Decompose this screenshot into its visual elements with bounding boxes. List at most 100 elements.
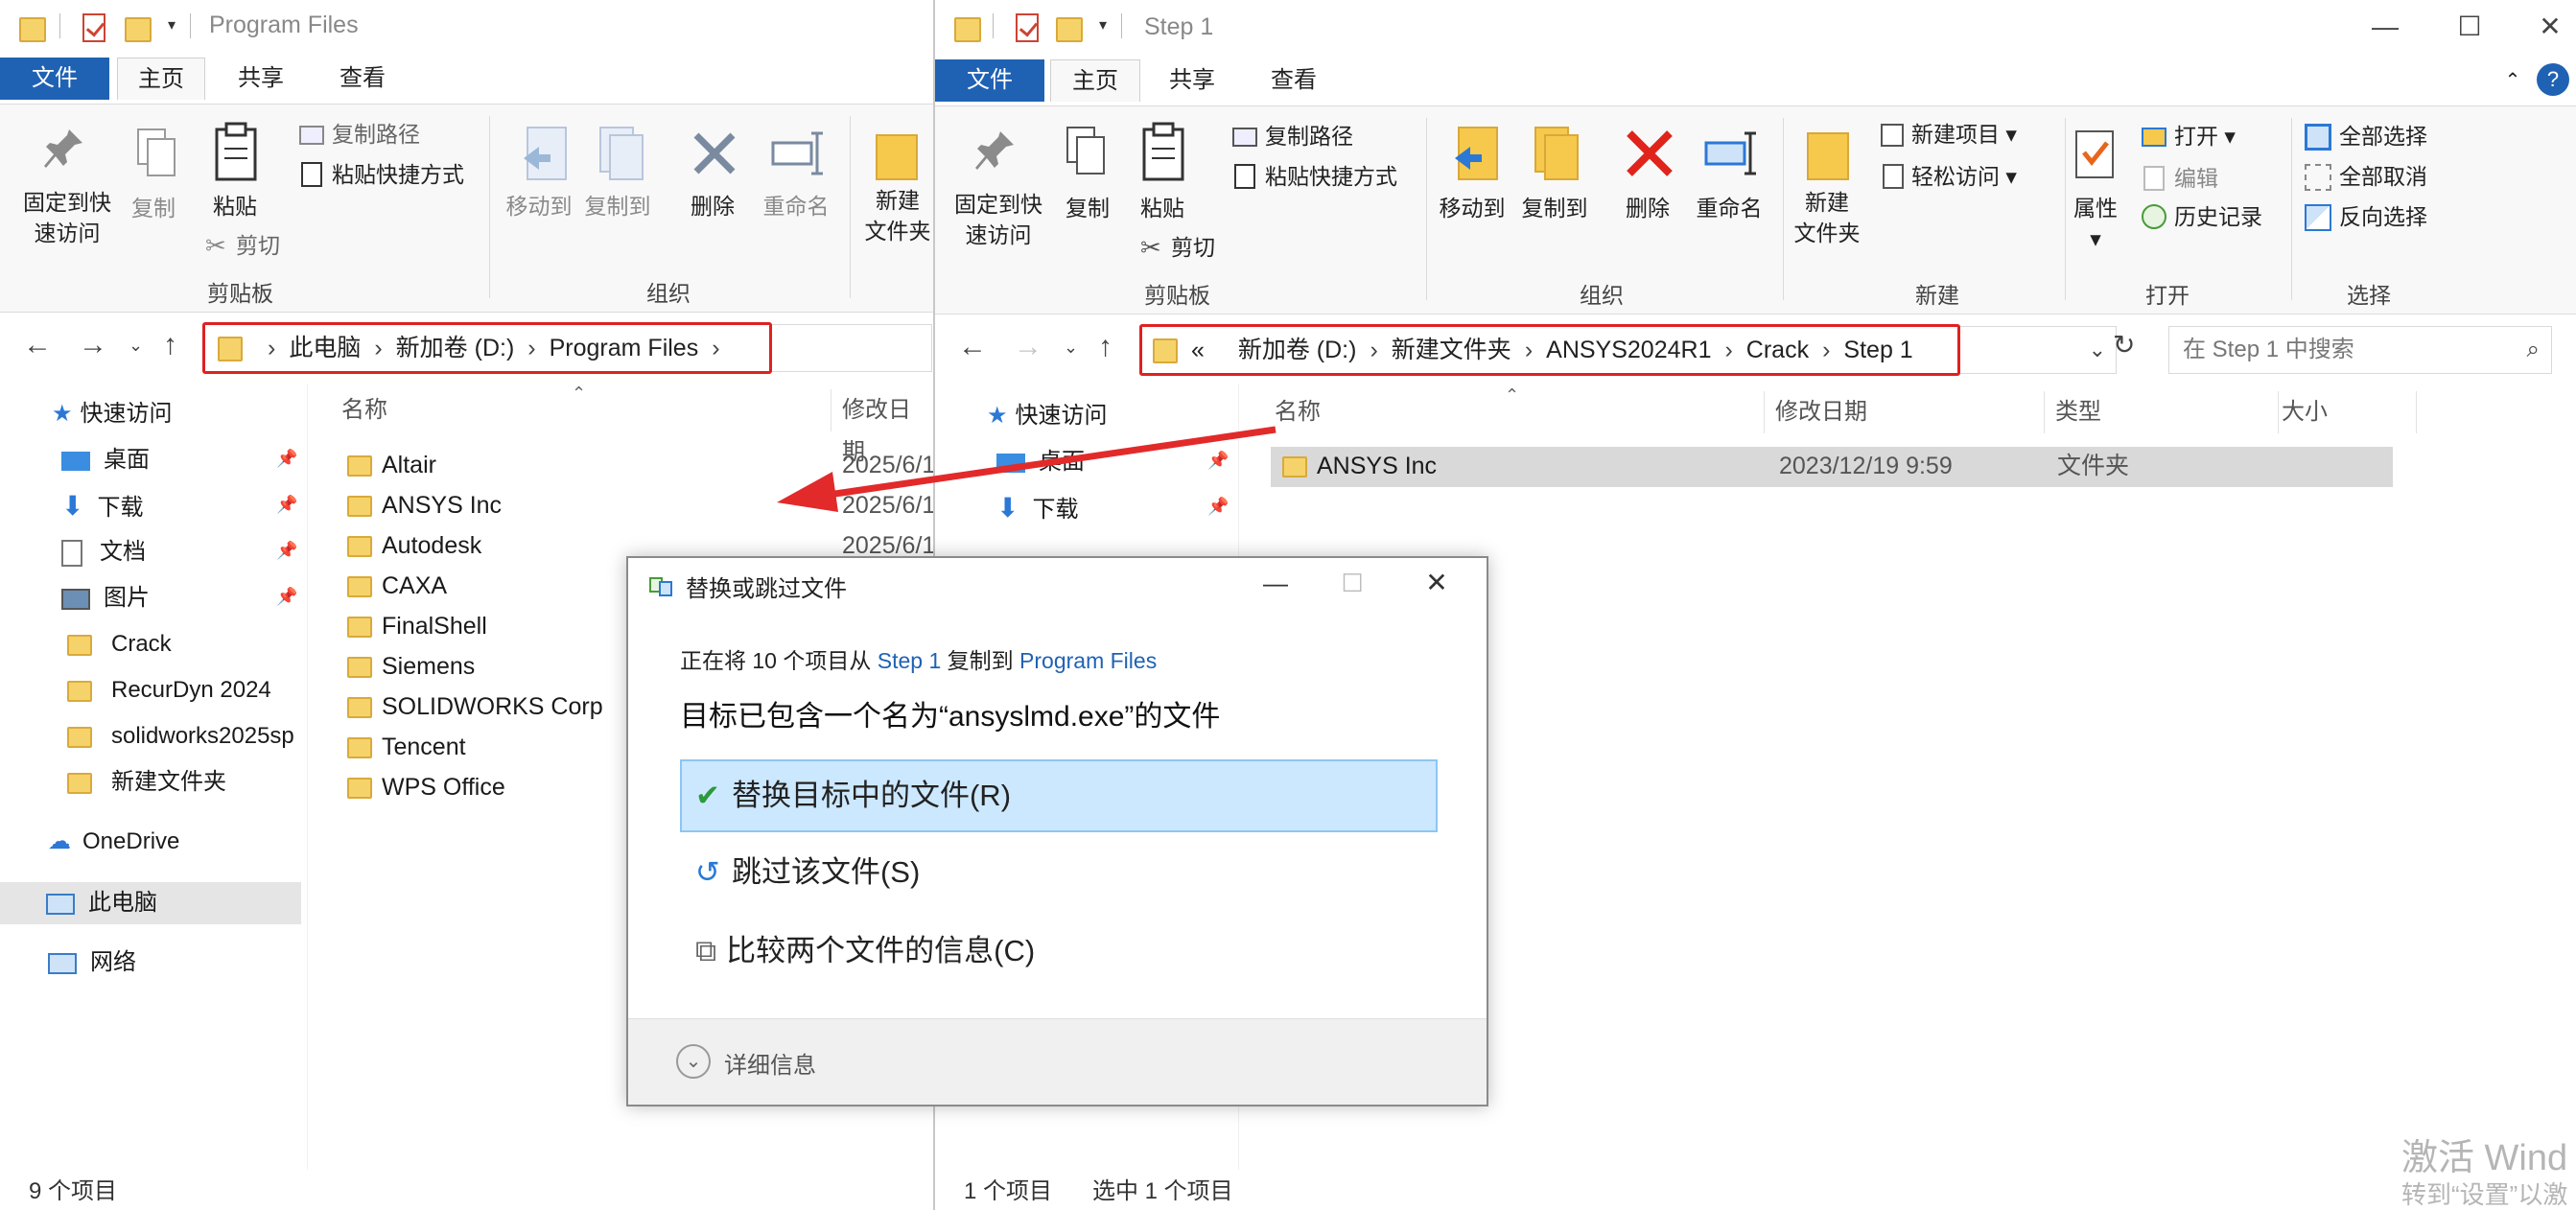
copy-button[interactable]: 复制 bbox=[1056, 193, 1119, 223]
copy-path-button[interactable]: 复制路径 bbox=[332, 120, 420, 149]
tab-file[interactable]: 文件 bbox=[935, 59, 1044, 102]
move-to-button[interactable]: 移动到 bbox=[501, 191, 577, 221]
tab-home[interactable]: 主页 bbox=[117, 58, 205, 100]
source-link[interactable]: Step 1 bbox=[878, 648, 942, 673]
nav-item-pictures[interactable]: 图片 bbox=[61, 577, 150, 619]
tab-share[interactable]: 共享 bbox=[1148, 59, 1236, 102]
minimize-button[interactable]: — bbox=[1252, 564, 1300, 602]
column-header-type[interactable]: 类型 bbox=[2055, 391, 2101, 433]
customize-toolbar-chevron-icon[interactable]: ▾ bbox=[161, 13, 182, 38]
edit-button[interactable]: 编辑 bbox=[2174, 164, 2218, 193]
pin-quick-access-button[interactable]: 固定到快 速访问 bbox=[10, 187, 125, 248]
rename-button[interactable]: 重命名 bbox=[758, 191, 834, 221]
nav-item-solidworks[interactable]: solidworks2025sp bbox=[67, 715, 303, 757]
collapse-ribbon-chevron-icon[interactable]: ⌃ bbox=[2498, 59, 2527, 102]
folder-icon bbox=[15, 8, 48, 44]
paste-shortcut-button[interactable]: 粘贴快捷方式 bbox=[332, 160, 464, 189]
paste-button[interactable]: 粘贴 bbox=[201, 191, 269, 221]
tab-view[interactable]: 查看 bbox=[1250, 59, 1338, 102]
search-icon[interactable]: ⌕ bbox=[2527, 327, 2540, 373]
paste-button[interactable]: 粘贴 bbox=[1129, 193, 1196, 223]
back-arrow-icon[interactable]: ← bbox=[958, 328, 987, 366]
back-arrow-icon[interactable]: ← bbox=[23, 326, 52, 364]
file-name: WPS Office bbox=[382, 774, 505, 801]
tab-view[interactable]: 查看 bbox=[318, 58, 407, 100]
maximize-button[interactable]: ☐ bbox=[2441, 6, 2498, 48]
search-input[interactable]: 在 Step 1 中搜索 bbox=[2183, 327, 2354, 373]
address-dropdown-chevron-icon[interactable]: ⌄ bbox=[2089, 327, 2106, 373]
column-header-date[interactable]: 修改日期 bbox=[1775, 391, 1867, 433]
open-group-label: 打开 bbox=[2145, 283, 2190, 308]
select-all-button[interactable]: 全部选择 bbox=[2339, 122, 2427, 151]
new-item-button[interactable]: 新建项目 ▾ bbox=[1911, 120, 2017, 149]
invert-selection-button[interactable]: 反向选择 bbox=[2339, 202, 2427, 231]
table-row-selected[interactable]: ANSYS Inc 2023/12/19 9:59 文件夹 bbox=[1271, 447, 2393, 487]
new-folder-button[interactable]: 新建 文件夹 bbox=[1789, 187, 1865, 248]
help-icon[interactable]: ? bbox=[2537, 63, 2569, 96]
up-arrow-icon[interactable]: ↑ bbox=[1098, 328, 1112, 366]
nav-this-pc[interactable]: 此电脑 bbox=[0, 882, 301, 924]
nav-item-downloads[interactable]: ⬇ 下载 bbox=[61, 485, 143, 527]
history-button[interactable]: 历史记录 bbox=[2174, 202, 2262, 231]
folder-icon bbox=[347, 576, 372, 597]
refresh-icon[interactable]: ↻ bbox=[2113, 326, 2135, 364]
divider bbox=[993, 13, 994, 38]
recent-chevron-icon[interactable]: ⌄ bbox=[129, 326, 143, 364]
copy-button[interactable]: 复制 bbox=[125, 193, 182, 223]
skip-file-option[interactable]: ↺ 跳过该文件(S) bbox=[680, 838, 1438, 911]
replace-file-option[interactable]: ✔ 替换目标中的文件(R) bbox=[680, 759, 1438, 832]
new-folder-quick-icon[interactable] bbox=[1052, 8, 1085, 44]
properties-button[interactable]: 属性 ▾ bbox=[2067, 193, 2124, 254]
up-arrow-icon[interactable]: ↑ bbox=[163, 326, 177, 364]
copy-to-button[interactable]: 复制到 bbox=[1514, 193, 1595, 223]
address-row: ← → ⌄ ↑ › 此电脑 › 新加卷 (D:) › Program Files › bbox=[0, 313, 933, 382]
select-none-button[interactable]: 全部取消 bbox=[2339, 162, 2427, 191]
dialog-footer: ⌄ 详细信息 bbox=[628, 1018, 1487, 1105]
column-header-name[interactable]: 名称 bbox=[341, 389, 387, 431]
nav-item-new-folder[interactable]: 新建文件夹 bbox=[67, 761, 226, 803]
nav-item-recurdyn[interactable]: RecurDyn 2024 bbox=[67, 669, 271, 711]
tab-file[interactable]: 文件 bbox=[0, 58, 109, 100]
nav-network[interactable]: 网络 bbox=[48, 942, 136, 984]
nav-item-crack[interactable]: Crack bbox=[67, 623, 172, 665]
properties-quick-icon[interactable] bbox=[77, 8, 109, 44]
column-header-size[interactable]: 大小 bbox=[2282, 391, 2328, 433]
search-box[interactable]: 在 Step 1 中搜索 ⌕ bbox=[2168, 326, 2552, 374]
recent-chevron-icon[interactable]: ⌄ bbox=[1064, 328, 1078, 366]
close-button[interactable]: ✕ bbox=[1413, 564, 1461, 602]
properties-quick-icon[interactable] bbox=[1010, 8, 1042, 44]
nav-item-desktop[interactable]: 桌面 bbox=[61, 439, 150, 481]
easy-access-button[interactable]: 轻松访问 ▾ bbox=[1911, 162, 2017, 191]
new-folder-button[interactable]: 新建 文件夹 bbox=[859, 185, 933, 246]
nav-quick-access[interactable]: ★ 快速访问 bbox=[52, 393, 173, 435]
paste-shortcut-button[interactable]: 粘贴快捷方式 bbox=[1265, 162, 1397, 191]
destination-link[interactable]: Program Files bbox=[1019, 648, 1157, 673]
close-button[interactable]: ✕ bbox=[2521, 6, 2576, 48]
cut-button[interactable]: 剪切 bbox=[236, 231, 280, 260]
divider bbox=[1783, 118, 1784, 300]
tab-share[interactable]: 共享 bbox=[217, 58, 305, 100]
expand-chevron-icon[interactable]: ⌄ bbox=[676, 1044, 711, 1079]
customize-toolbar-chevron-icon[interactable]: ▾ bbox=[1092, 13, 1113, 38]
copy-to-button[interactable]: 复制到 bbox=[579, 191, 656, 221]
forward-arrow-icon: → bbox=[1014, 331, 1042, 362]
cut-button[interactable]: 剪切 bbox=[1171, 233, 1215, 262]
tab-home[interactable]: 主页 bbox=[1050, 59, 1140, 102]
new-folder-quick-icon[interactable] bbox=[121, 8, 153, 44]
minimize-button[interactable]: — bbox=[2356, 6, 2414, 48]
rename-button[interactable]: 重命名 bbox=[1691, 193, 1768, 223]
pin-quick-access-button[interactable]: 固定到快 速访问 bbox=[941, 189, 1056, 250]
delete-button[interactable]: 删除 bbox=[679, 191, 746, 221]
ribbon-tabs: 文件 主页 共享 查看 ⌃ ? bbox=[935, 54, 2576, 104]
open-button[interactable]: 打开 ▾ bbox=[2174, 122, 2236, 151]
copy-path-button[interactable]: 复制路径 bbox=[1265, 122, 1353, 151]
compare-files-option[interactable]: ⧉ 比较两个文件的信息(C) bbox=[680, 917, 1438, 990]
move-to-button[interactable]: 移动到 bbox=[1432, 193, 1512, 223]
divider bbox=[1764, 391, 1765, 433]
title-bar: ▾ Program Files bbox=[0, 0, 933, 54]
nav-item-documents[interactable]: 文档 bbox=[61, 531, 146, 573]
nav-onedrive[interactable]: ☁ OneDrive bbox=[48, 821, 179, 863]
forward-arrow-icon[interactable]: → bbox=[79, 326, 107, 364]
delete-button[interactable]: 删除 bbox=[1614, 193, 1681, 223]
more-details-link[interactable]: 详细信息 bbox=[724, 1046, 816, 1080]
